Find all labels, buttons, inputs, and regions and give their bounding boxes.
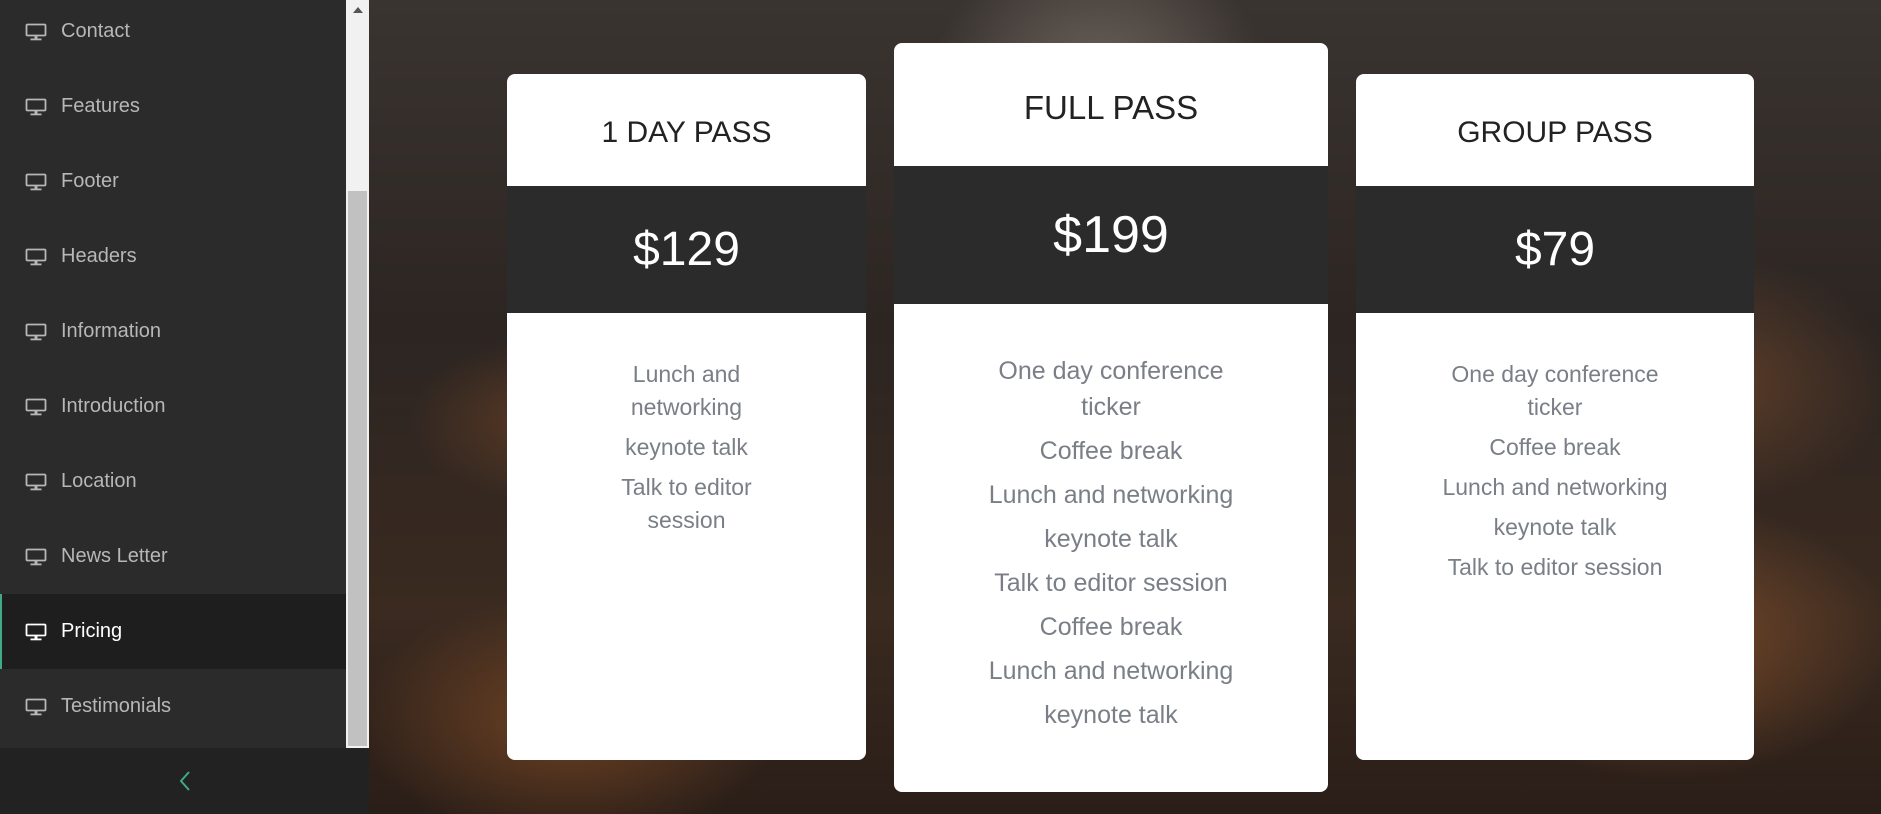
monitor-icon: [25, 173, 47, 191]
sidebar-list: Contact Features Footer Headers Informat…: [0, 0, 346, 748]
feature-item: keynote talk: [1044, 525, 1178, 553]
pricing-card-group-pass: GROUP PASS $79 One day conference ticker…: [1356, 74, 1754, 760]
sidebar-item-label: Footer: [61, 170, 119, 192]
feature-list: One day conference ticker Coffee break L…: [894, 353, 1328, 733]
price-band: $129: [507, 186, 866, 313]
sidebar-item-label: Testimonials: [61, 695, 172, 717]
sidebar-item-label: Headers: [61, 245, 137, 267]
monitor-icon: [25, 398, 47, 416]
monitor-icon: [25, 623, 47, 641]
pricing-card-1-day-pass: 1 DAY PASS $129 Lunch and networking key…: [507, 74, 866, 760]
sidebar-item-news-letter[interactable]: News Letter: [0, 519, 346, 594]
feature-item: One day conference ticker: [998, 357, 1224, 421]
monitor-icon: [25, 698, 47, 716]
feature-item: Talk to editor session: [994, 569, 1228, 597]
price-value: $129: [633, 223, 740, 276]
feature-item: Talk to editor session: [1447, 554, 1663, 580]
price-value: $79: [1514, 223, 1596, 276]
sidebar-item-footer[interactable]: Footer: [0, 144, 346, 219]
feature-item: Lunch and networking: [988, 481, 1234, 509]
price-value: $199: [1053, 206, 1169, 264]
feature-item: Lunch and networking: [1442, 474, 1668, 500]
scroll-up-arrow-icon[interactable]: [346, 0, 369, 20]
sidebar-item-label: Information: [61, 320, 162, 342]
sidebar-scrollbar[interactable]: [346, 0, 369, 748]
monitor-icon: [25, 23, 47, 41]
monitor-icon: [25, 473, 47, 491]
feature-item: keynote talk: [1044, 701, 1178, 729]
sidebar-item-label: Contact: [61, 20, 130, 42]
sidebar-item-features[interactable]: Features: [0, 69, 346, 144]
sidebar-footer: [0, 748, 369, 814]
sidebar-item-label: Introduction: [61, 395, 166, 417]
sidebar-item-contact[interactable]: Contact: [0, 0, 346, 69]
price-band: $79: [1356, 186, 1754, 313]
feature-item: Talk to editor session: [621, 474, 752, 533]
monitor-icon: [25, 323, 47, 341]
sidebar-item-information[interactable]: Information: [0, 294, 346, 369]
card-title: 1 DAY PASS: [601, 116, 772, 149]
pricing-card-full-pass: FULL PASS $199 One day conference ticker…: [894, 43, 1328, 792]
app-root: Contact Features Footer Headers Informat…: [0, 0, 1881, 814]
scrollbar-thumb[interactable]: [348, 191, 367, 746]
feature-item: Lunch and networking: [630, 361, 743, 420]
feature-item: keynote talk: [625, 434, 748, 460]
monitor-icon: [25, 548, 47, 566]
sidebar-item-headers[interactable]: Headers: [0, 219, 346, 294]
sidebar-item-label: Location: [61, 470, 137, 492]
monitor-icon: [25, 248, 47, 266]
sidebar-item-label: Features: [61, 95, 140, 117]
feature-item: Lunch and networking: [988, 657, 1234, 685]
feature-list: One day conference ticker Coffee break L…: [1356, 358, 1754, 584]
feature-item: Coffee break: [1039, 437, 1183, 465]
feature-item: One day conference ticker: [1451, 361, 1659, 420]
feature-item: keynote talk: [1493, 514, 1617, 540]
sidebar-item-location[interactable]: Location: [0, 444, 346, 519]
sidebar-item-pricing[interactable]: Pricing: [0, 594, 346, 669]
sidebar-item-introduction[interactable]: Introduction: [0, 369, 346, 444]
price-band: $199: [894, 166, 1328, 304]
sidebar-item-label: Pricing: [61, 620, 123, 642]
monitor-icon: [25, 98, 47, 116]
sidebar-item-testimonials[interactable]: Testimonials: [0, 669, 346, 744]
feature-item: Coffee break: [1489, 434, 1621, 460]
feature-list: Lunch and networking keynote talk Talk t…: [507, 358, 866, 537]
feature-item: Coffee break: [1039, 613, 1183, 641]
pricing-section: 1 DAY PASS $129 Lunch and networking key…: [369, 0, 1881, 814]
sidebar: Contact Features Footer Headers Informat…: [0, 0, 369, 814]
card-title: GROUP PASS: [1457, 116, 1653, 149]
card-title: FULL PASS: [1023, 89, 1199, 126]
chevron-left-icon[interactable]: [177, 769, 193, 793]
sidebar-item-label: News Letter: [61, 545, 168, 567]
